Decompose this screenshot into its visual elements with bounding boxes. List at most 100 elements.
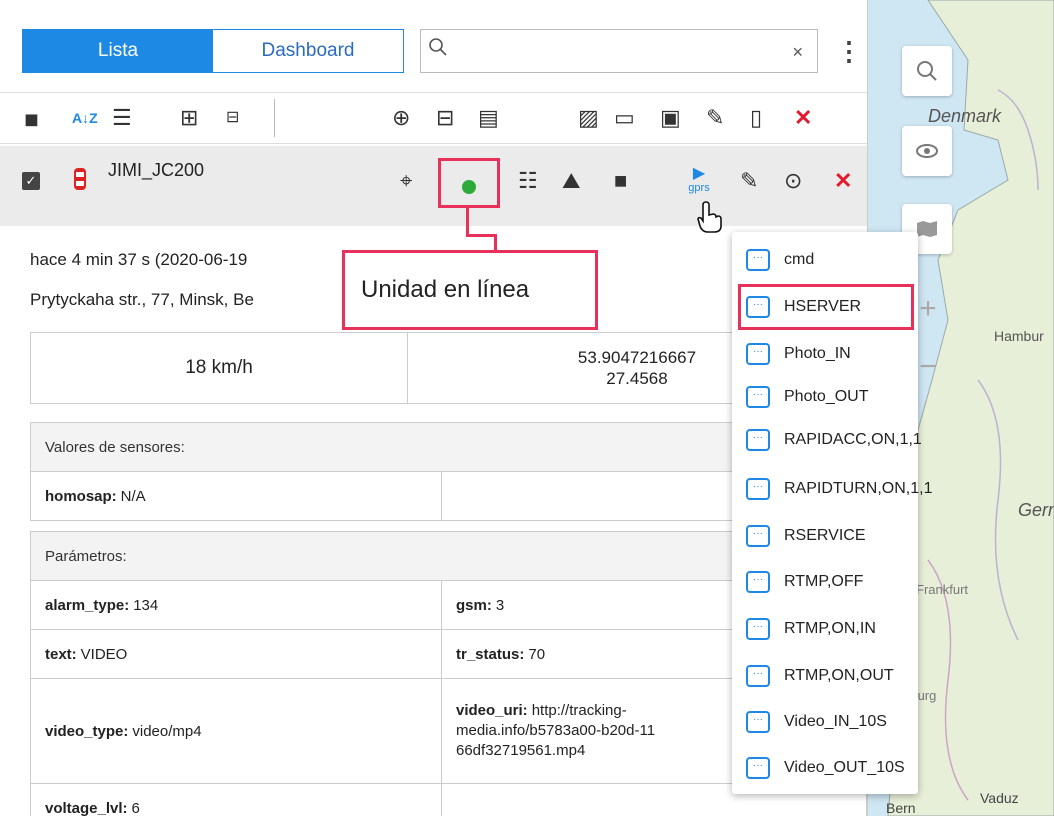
search-input[interactable]: × bbox=[420, 29, 818, 73]
sensor-value: N/A bbox=[120, 487, 146, 505]
unit-row[interactable] bbox=[0, 146, 867, 226]
command-label: Video_IN_10S bbox=[784, 713, 887, 730]
command-label: RAPIDACC,ON,1,1 bbox=[784, 431, 922, 448]
command-item[interactable]: ··· RTMP,ON,OUT bbox=[746, 662, 894, 690]
delete-icon[interactable]: ✕ bbox=[794, 103, 812, 133]
unit-more-icon[interactable]: ⊙ bbox=[784, 166, 802, 196]
hand-cursor-icon bbox=[696, 200, 724, 242]
message-icon: ··· bbox=[746, 665, 770, 687]
command-item[interactable]: ··· RAPIDACC,ON,1,1 bbox=[746, 426, 922, 454]
expand-all-icon[interactable]: ⊟ bbox=[226, 103, 239, 133]
map-label-denmark: Denmark bbox=[928, 106, 1002, 126]
param-alarm-type: alarm_type: 134 bbox=[30, 580, 442, 630]
sensor-key: homosap: bbox=[45, 487, 117, 505]
message-icon: ··· bbox=[746, 525, 770, 547]
param-key: text: bbox=[45, 645, 77, 663]
command-item[interactable]: ··· RAPIDTURN,ON,1,1 bbox=[746, 475, 932, 503]
unit-video-icon[interactable]: ■ bbox=[614, 166, 627, 196]
callout-connector bbox=[466, 234, 496, 237]
map-icon bbox=[917, 221, 937, 237]
car-icon bbox=[72, 166, 88, 199]
map-label-bern: Bern bbox=[886, 800, 916, 816]
command-label: RTMP,ON,OUT bbox=[784, 667, 894, 684]
param-key: gsm: bbox=[456, 596, 492, 614]
message-icon: ··· bbox=[746, 618, 770, 640]
map-search-button[interactable] bbox=[902, 46, 952, 96]
map-visibility-button[interactable] bbox=[902, 126, 952, 176]
message-icon: ··· bbox=[746, 478, 770, 500]
param-key: alarm_type: bbox=[45, 596, 130, 614]
message-icon: ··· bbox=[746, 571, 770, 593]
command-item[interactable]: ··· Video_IN_10S bbox=[746, 708, 887, 736]
param-value: video/mp4 bbox=[132, 722, 202, 740]
document-icon[interactable]: ▤ bbox=[478, 103, 499, 133]
gprs-commands-icon[interactable]: ▶ gprs bbox=[686, 166, 712, 195]
wrench-icon[interactable]: ✎ bbox=[706, 103, 724, 133]
more-options-icon[interactable]: ⋮ bbox=[836, 36, 862, 67]
message-icon: ··· bbox=[746, 429, 770, 451]
locate-unit-icon[interactable]: ⌖ bbox=[400, 166, 412, 196]
online-status-icon[interactable] bbox=[462, 180, 476, 194]
unit-delete-icon[interactable]: ✕ bbox=[834, 166, 852, 196]
tab-dashboard[interactable]: Dashboard bbox=[213, 30, 403, 72]
unit-list-icon[interactable]: ☷ bbox=[518, 166, 538, 196]
message-icon: ··· bbox=[746, 757, 770, 779]
param-text: text: VIDEO bbox=[30, 629, 442, 679]
presentation-icon[interactable]: ▣ bbox=[660, 103, 681, 133]
map-label-germany: Germ bbox=[1018, 500, 1054, 520]
command-label: RSERVICE bbox=[784, 527, 866, 544]
unit-checkbox[interactable]: ✓ bbox=[22, 172, 40, 190]
add-group-icon[interactable]: ⊞ bbox=[180, 103, 198, 133]
longitude: 27.4568 bbox=[606, 369, 668, 388]
command-label: cmd bbox=[784, 251, 815, 268]
eye-icon bbox=[916, 144, 938, 158]
locate-icon[interactable]: ⊕ bbox=[392, 103, 410, 133]
unit-wrench-icon[interactable]: ✎ bbox=[740, 166, 758, 196]
callout-connector bbox=[466, 206, 469, 236]
command-item[interactable]: ··· Photo_IN bbox=[746, 340, 851, 368]
gprs-command-menu: ··· cmd ··· HSERVER ··· Photo_IN ··· Photo_O… bbox=[732, 232, 932, 794]
command-label: RAPIDTURN,ON,1,1 bbox=[784, 480, 933, 497]
command-label: Video_OUT_10S bbox=[784, 759, 905, 776]
hserver-highlight bbox=[738, 284, 914, 330]
command-item[interactable]: ··· RSERVICE bbox=[746, 522, 866, 550]
sensor-row: homosap: N/A bbox=[30, 471, 442, 521]
command-item[interactable]: ··· Video_OUT_10S bbox=[746, 754, 905, 782]
param-video-type: video_type: video/mp4 bbox=[30, 678, 442, 784]
param-value: 3 bbox=[495, 596, 505, 614]
command-item[interactable]: ··· RTMP,ON,IN bbox=[746, 615, 876, 643]
video-icon[interactable]: ▭ bbox=[614, 103, 635, 133]
param-value-cont[interactable]: 66df32719561.mp4 bbox=[456, 741, 585, 761]
param-value-cont[interactable]: media.info/b5783a00-b20d-11 bbox=[456, 721, 655, 741]
sort-az-icon[interactable]: A↓Z bbox=[72, 103, 98, 133]
online-tooltip: Unidad en línea bbox=[342, 250, 598, 330]
list-view-icon[interactable]: ☰ bbox=[112, 103, 132, 133]
param-value[interactable]: http://tracking- bbox=[532, 702, 627, 719]
list-toolbar: ◼ A↓Z ☰ ⊞ ⊟ ⊕ ⊟ ▤ ▨ ▭ ▣ ✎ ▯ ✕ bbox=[0, 92, 867, 144]
clear-search-button[interactable]: × bbox=[792, 42, 803, 63]
command-item[interactable]: ··· Photo_OUT bbox=[746, 383, 868, 411]
last-update-text: hace 4 min 37 s (2020-06-19 bbox=[30, 250, 248, 269]
select-all-icon[interactable]: ◼ bbox=[24, 104, 39, 134]
param-key: video_type: bbox=[45, 722, 129, 740]
network-icon[interactable]: ⊟ bbox=[436, 103, 454, 133]
command-label: RTMP,OFF bbox=[784, 573, 864, 590]
image-icon[interactable]: ▨ bbox=[578, 103, 599, 133]
search-icon bbox=[429, 38, 447, 62]
command-label: RTMP,ON,IN bbox=[784, 620, 876, 637]
message-icon: ··· bbox=[746, 386, 770, 408]
unit-image-icon[interactable]: ⛰ bbox=[562, 166, 580, 196]
param-value: VIDEO bbox=[80, 645, 128, 663]
latitude: 53.9047216667 bbox=[577, 348, 697, 367]
message-icon: ··· bbox=[746, 343, 770, 365]
map-label-frankfurt: Frankfurt bbox=[916, 582, 969, 597]
command-item[interactable]: ··· RTMP,OFF bbox=[746, 568, 863, 596]
tab-lista[interactable]: Lista bbox=[23, 30, 213, 72]
gprs-label: gprs bbox=[688, 182, 710, 194]
command-item[interactable]: ··· cmd bbox=[746, 246, 814, 274]
message-icon: ··· bbox=[746, 249, 770, 271]
speed-cell: 18 km/h bbox=[30, 332, 408, 404]
map-label-hamburg: Hambur bbox=[994, 328, 1044, 344]
command-label: Photo_IN bbox=[784, 345, 851, 362]
clipboard-icon[interactable]: ▯ bbox=[750, 103, 762, 133]
